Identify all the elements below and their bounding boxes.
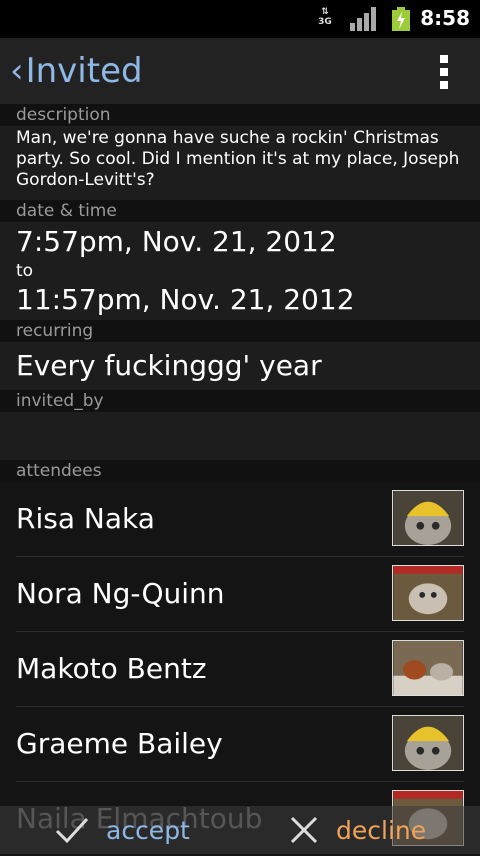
description-label: description bbox=[0, 104, 480, 126]
overflow-dot-icon bbox=[440, 81, 448, 89]
attendee-name: Nora Ng-Quinn bbox=[16, 577, 225, 610]
attendee-item[interactable]: Graeme Bailey bbox=[16, 707, 464, 782]
description-text: Man, we're gonna have suche a rockin' Ch… bbox=[0, 126, 480, 200]
attendee-avatar bbox=[392, 715, 464, 771]
network-3g-icon: ⇅ 3G bbox=[318, 7, 332, 27]
start-datetime: 7:57pm, Nov. 21, 2012 bbox=[16, 225, 337, 258]
decline-label: decline bbox=[336, 815, 427, 845]
to-label: to bbox=[16, 261, 34, 281]
action-bar: ‹ Invited bbox=[0, 38, 480, 104]
checkmark-icon bbox=[55, 817, 89, 844]
attendee-item[interactable]: Nora Ng-Quinn bbox=[16, 557, 464, 632]
overflow-dot-icon bbox=[440, 68, 448, 76]
overflow-dot-icon bbox=[440, 55, 448, 63]
attendee-avatar bbox=[392, 640, 464, 696]
accept-label: accept bbox=[106, 815, 190, 845]
recurring-label: recurring bbox=[0, 320, 480, 342]
attendee-name: Makoto Bentz bbox=[16, 652, 207, 685]
attendee-list: Risa Naka Nora Ng-Quinn Makoto Bentz Gra… bbox=[0, 482, 480, 854]
attendee-avatar bbox=[392, 490, 464, 546]
attendee-name: Graeme Bailey bbox=[16, 727, 223, 760]
accept-button[interactable]: accept bbox=[54, 806, 190, 854]
datetime-block: 7:57pm, Nov. 21, 2012 to 11:57pm, Nov. 2… bbox=[0, 222, 480, 320]
recurring-value: Every fuckinggg' year bbox=[0, 342, 480, 390]
overflow-menu-button[interactable] bbox=[440, 55, 450, 89]
back-button[interactable]: ‹ Invited bbox=[10, 38, 143, 104]
invited-by-label: invited_by bbox=[0, 390, 480, 412]
attendee-name: Risa Naka bbox=[16, 502, 155, 535]
battery-charging-icon bbox=[392, 7, 410, 31]
attendees-label: attendees bbox=[0, 460, 480, 482]
chevron-left-icon: ‹ bbox=[10, 51, 24, 91]
decline-button[interactable]: decline bbox=[288, 806, 426, 854]
end-datetime: 11:57pm, Nov. 21, 2012 bbox=[16, 283, 355, 316]
status-bar: ⇅ 3G 8:58 bbox=[0, 0, 480, 38]
attendee-avatar bbox=[392, 565, 464, 621]
datetime-label: date & time bbox=[0, 200, 480, 222]
invited-by-value bbox=[0, 412, 480, 460]
page-title: Invited bbox=[25, 51, 143, 91]
clock: 8:58 bbox=[420, 6, 470, 30]
signal-icon bbox=[350, 7, 376, 31]
attendee-item[interactable]: Makoto Bentz bbox=[16, 632, 464, 707]
attendee-item[interactable]: Risa Naka bbox=[16, 482, 464, 557]
bottom-action-bar: accept decline bbox=[0, 806, 480, 854]
close-icon bbox=[290, 816, 318, 844]
